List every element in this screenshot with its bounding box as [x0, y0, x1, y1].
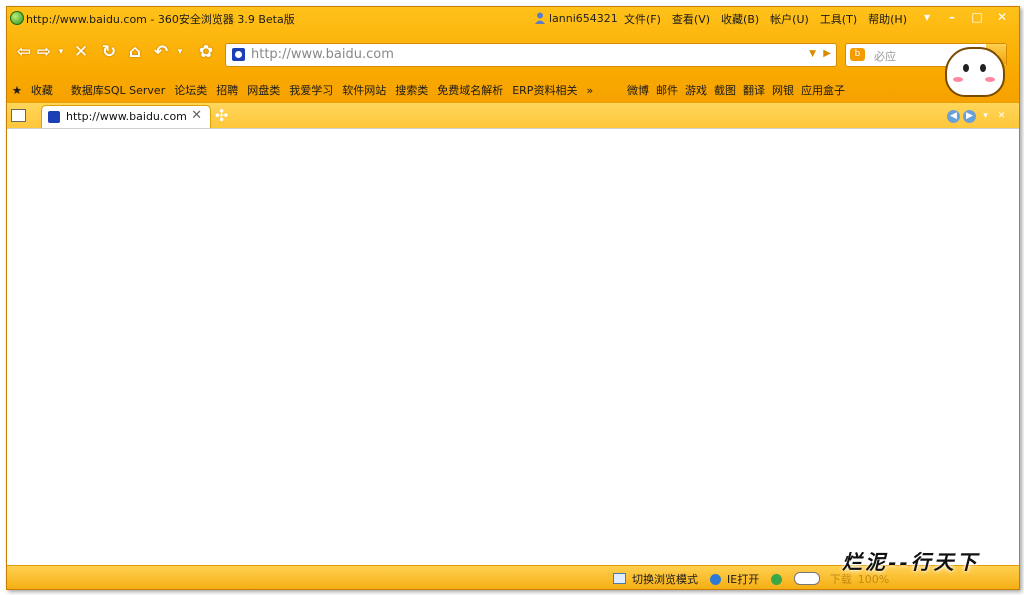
ie-open-label: IE打开 — [727, 573, 760, 586]
browser-logo-icon — [10, 11, 24, 25]
tab-list-icon[interactable]: ▾ — [979, 110, 992, 123]
go-arrow-icon[interactable]: ▶ — [823, 48, 831, 59]
bookmark-label: 收藏 — [30, 84, 53, 97]
switch-mode-button[interactable]: 切换浏览模式 — [613, 571, 704, 587]
menu-help[interactable]: 帮助(H) — [868, 11, 907, 27]
bookmarks-overflow-icon[interactable]: » — [586, 84, 593, 97]
window-controls: ▾ – □ ✕ — [912, 9, 1012, 25]
bookmark-forums[interactable]: 论坛类 — [174, 82, 207, 98]
mascot-eye — [963, 64, 969, 72]
browser-chrome: http://www.baidu.com - 360安全浏览器 3.9 Beta… — [7, 7, 1019, 129]
navigation-toolbar: ⇦ ⇨ ▾ ✕ ↻ ⌂ ↶ ▾ ✿ http://www.baidu.com ▼… — [7, 35, 1019, 71]
address-input[interactable]: http://www.baidu.com — [251, 47, 394, 62]
baidu-favicon-icon — [232, 48, 245, 61]
star-icon: ★ — [12, 84, 22, 97]
translate-button[interactable]: 翻译 — [743, 82, 765, 98]
tab-close-all-icon[interactable]: ✕ — [995, 110, 1008, 123]
menu-file[interactable]: 文件(F) — [624, 11, 661, 27]
bookmarks-bar: ★ 收藏 数据库SQL Server 论坛类 招聘 网盘类 我爱学习 软件网站 搜索类 免费域名解… — [7, 79, 1019, 99]
address-dropdown-icon[interactable]: ▼ — [809, 49, 816, 59]
bookmark-software[interactable]: 软件网站 — [342, 82, 386, 98]
paw-icon[interactable]: ✿ — [195, 42, 217, 62]
tab-label: http://www.baidu.com — [66, 110, 187, 123]
baidu-favicon-icon — [48, 111, 60, 123]
home-button[interactable]: ⌂ — [125, 42, 145, 62]
window-title: http://www.baidu.com - 360安全浏览器 3.9 Beta… — [26, 13, 295, 26]
tab-baidu[interactable]: http://www.baidu.com ✕ — [41, 105, 211, 128]
maximize-button[interactable]: □ — [967, 9, 987, 25]
title-bar: http://www.baidu.com - 360安全浏览器 3.9 Beta… — [7, 7, 1019, 29]
menu-favorites[interactable]: 收藏(B) — [721, 11, 759, 27]
bookmark-jobs[interactable]: 招聘 — [216, 82, 238, 98]
mascot-eye — [980, 64, 986, 72]
app-box-button[interactable]: 应用盒子 — [801, 82, 845, 98]
tab-close-icon[interactable]: ✕ — [191, 108, 202, 123]
search-input[interactable]: 必应 — [874, 48, 896, 64]
browser-window: http://www.baidu.com - 360安全浏览器 3.9 Beta… — [6, 6, 1020, 590]
watermark-text: 烂泥--行天下 — [842, 550, 980, 574]
ie-icon — [710, 574, 721, 585]
bookmark-dns[interactable]: 免费域名解析 — [437, 82, 503, 98]
refresh-button[interactable]: ↻ — [99, 42, 119, 62]
user-icon — [535, 12, 545, 24]
skin-button[interactable]: ▾ — [917, 9, 937, 25]
undo-close-button[interactable]: ↶ — [151, 42, 171, 62]
screenshot-button[interactable]: 截图 — [714, 82, 736, 98]
menu-account[interactable]: 帐户(U) — [770, 11, 809, 27]
accelerate-icon[interactable] — [771, 573, 788, 586]
bookmark-favorites[interactable]: ★ 收藏 — [12, 82, 62, 98]
forward-button[interactable]: ⇨ — [33, 42, 55, 62]
menu-bar: 文件(F) 查看(V) 收藏(B) 帐户(U) 工具(T) 帮助(H) — [624, 11, 918, 27]
close-button[interactable]: ✕ — [992, 9, 1012, 25]
user-name: lanni654321 — [549, 12, 618, 25]
address-bar[interactable]: http://www.baidu.com ▼ ▶ — [225, 43, 837, 67]
page-content[interactable] — [7, 128, 1019, 566]
history-dropdown-icon[interactable]: ▾ — [56, 42, 66, 62]
sidebar-toggle-icon[interactable] — [11, 109, 26, 122]
new-tab-icon[interactable]: ✣ — [215, 106, 228, 125]
toggle-switch-icon[interactable] — [794, 572, 821, 585]
menu-tools[interactable]: 工具(T) — [820, 11, 857, 27]
undo-dropdown-icon[interactable]: ▾ — [175, 42, 185, 62]
back-button[interactable]: ⇦ — [13, 42, 35, 62]
tab-scroll-right-icon[interactable]: ▶ — [963, 110, 976, 123]
ie-open-button[interactable]: IE打开 — [710, 571, 765, 587]
switch-mode-label: 切换浏览模式 — [632, 573, 698, 586]
bookmarks-left: ★ 收藏 数据库SQL Server 论坛类 招聘 网盘类 我爱学习 软件网站 搜索类 免费域名解… — [12, 82, 602, 98]
tab-scroll-left-icon[interactable]: ◀ — [947, 110, 960, 123]
mail-button[interactable]: 邮件 — [656, 82, 678, 98]
bookmark-netdisk[interactable]: 网盘类 — [247, 82, 280, 98]
window-icon — [613, 573, 626, 584]
minimize-button[interactable]: – — [942, 9, 962, 25]
games-button[interactable]: 游戏 — [685, 82, 707, 98]
tab-bar: http://www.baidu.com ✕ ✣ ◀ ▶ ▾ ✕ — [7, 102, 1019, 129]
user-account[interactable]: lanni654321 — [535, 12, 618, 25]
bookmarks-right: 微博 邮件 游戏 截图 翻译 网银 应用盒子 — [627, 82, 852, 98]
ebank-button[interactable]: 网银 — [772, 82, 794, 98]
bookmark-sql-server[interactable]: 数据库SQL Server — [71, 82, 165, 98]
bookmark-study[interactable]: 我爱学习 — [289, 82, 333, 98]
weibo-button[interactable]: 微博 — [627, 82, 649, 98]
stop-button[interactable]: ✕ — [71, 42, 91, 62]
search-engine-icon[interactable]: b — [850, 48, 865, 61]
bookmark-search[interactable]: 搜索类 — [395, 82, 428, 98]
bookmark-erp[interactable]: ERP资料相关 — [512, 82, 577, 98]
menu-view[interactable]: 查看(V) — [672, 11, 710, 27]
tab-controls: ◀ ▶ ▾ ✕ — [947, 108, 1011, 123]
